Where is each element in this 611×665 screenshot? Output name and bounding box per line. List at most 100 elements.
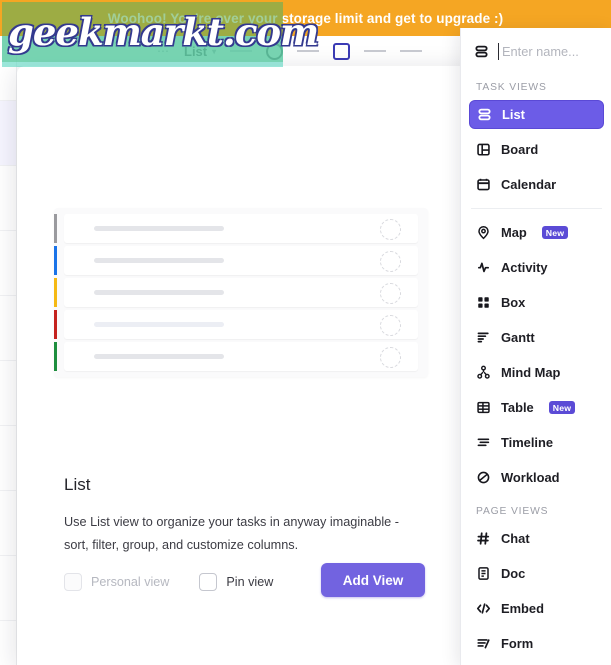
- view-option-list[interactable]: List: [469, 100, 604, 129]
- workload-icon: [476, 470, 491, 485]
- toolbar-circle-icon[interactable]: [266, 42, 284, 60]
- view-option-label: Activity: [501, 260, 548, 275]
- view-option-label: Map: [501, 225, 527, 240]
- view-option-label: Board: [501, 142, 539, 157]
- sidebar-strip-row[interactable]: [0, 491, 16, 556]
- sidebar-strip-row[interactable]: [0, 426, 16, 491]
- view-option-chat[interactable]: Chat: [469, 524, 604, 553]
- view-name-input[interactable]: [498, 42, 604, 60]
- view-option-label: Calendar: [501, 177, 557, 192]
- list-icon: [474, 44, 489, 59]
- preview-row-accent: [54, 310, 57, 339]
- app-sidebar-strip[interactable]: [0, 36, 17, 665]
- board-icon: [476, 142, 491, 157]
- view-option-label: Chat: [501, 531, 530, 546]
- chevron-down-icon[interactable]: ▾: [212, 47, 216, 56]
- view-option-form[interactable]: Form: [469, 629, 604, 658]
- view-type-panel: TASK VIEWS List Board: [460, 28, 611, 665]
- table-icon: [476, 400, 491, 415]
- preview-row-accent: [54, 342, 57, 371]
- view-option-table[interactable]: Table New: [469, 393, 604, 422]
- storage-limit-banner-text: Woohoo! You're over your storage limit a…: [107, 10, 504, 26]
- page-views-header: PAGE VIEWS: [476, 506, 549, 517]
- view-option-label: List: [502, 107, 525, 122]
- preview-row-avatar-placeholder: [380, 219, 401, 240]
- sidebar-strip-row[interactable]: [0, 166, 16, 231]
- preview-row-avatar-placeholder: [380, 347, 401, 368]
- map-pin-icon: [476, 225, 491, 240]
- mind-map-icon: [476, 365, 491, 380]
- hash-icon: [476, 531, 491, 546]
- toolbar-divider: [364, 50, 387, 52]
- preview-row-placeholder: [94, 290, 224, 295]
- timeline-icon: [476, 435, 491, 450]
- preview-row-placeholder: [94, 226, 224, 231]
- new-badge: New: [548, 401, 576, 414]
- preview-row: [54, 310, 418, 339]
- preview-row-placeholder: [94, 258, 224, 263]
- toolbar-divider: [230, 50, 253, 52]
- toolbar-divider: [400, 50, 423, 52]
- view-option-timeline[interactable]: Timeline: [469, 428, 604, 457]
- view-option-activity[interactable]: Activity: [469, 253, 604, 282]
- form-icon: [476, 636, 491, 651]
- task-views-header: TASK VIEWS: [476, 82, 547, 93]
- view-option-label: Table: [501, 400, 534, 415]
- preview-description: Use List view to organize your tasks in …: [64, 515, 399, 552]
- toolbar-board-icon[interactable]: [333, 42, 351, 60]
- preview-row-accent: [54, 278, 57, 307]
- view-preview-pane: List Use List view to organize your task…: [17, 66, 464, 665]
- view-option-gantt[interactable]: Gantt: [469, 323, 604, 352]
- app-screen: ⋯ List ▾ Woohoo! You're over your storag…: [0, 0, 611, 665]
- preview-row: [54, 342, 418, 371]
- view-option-box[interactable]: Box: [469, 288, 604, 317]
- toolbar-overflow-icon[interactable]: ⋯: [157, 44, 170, 58]
- preview-row-placeholder: [94, 354, 224, 359]
- personal-view-checkbox-group[interactable]: Personal view: [64, 573, 169, 591]
- doc-icon: [476, 566, 491, 581]
- toolbar-view-list[interactable]: List ▾: [184, 44, 216, 59]
- view-option-label: Gantt: [501, 330, 535, 345]
- preview-row: [54, 214, 418, 243]
- activity-icon: [476, 260, 491, 275]
- preview-row-accent: [54, 214, 57, 243]
- toolbar-divider: [297, 50, 320, 52]
- add-view-button[interactable]: Add View: [321, 563, 425, 597]
- view-option-map[interactable]: Map New: [469, 218, 604, 247]
- sidebar-strip-row[interactable]: [0, 36, 16, 101]
- sidebar-strip-row[interactable]: [0, 101, 16, 166]
- view-option-board[interactable]: Board: [469, 135, 604, 164]
- list-preview-illustration: [54, 208, 428, 377]
- sidebar-strip-row[interactable]: [0, 231, 16, 296]
- sidebar-strip-row[interactable]: [0, 296, 16, 361]
- view-name-row[interactable]: [461, 34, 611, 68]
- view-option-label: Doc: [501, 566, 526, 581]
- view-option-label: Form: [501, 636, 534, 651]
- view-option-calendar[interactable]: Calendar: [469, 170, 604, 199]
- view-option-label: Timeline: [501, 435, 554, 450]
- pin-view-checkbox-group[interactable]: Pin view: [199, 573, 273, 591]
- sidebar-strip-row[interactable]: [0, 361, 16, 426]
- list-icon: [477, 107, 492, 122]
- view-option-mind-map[interactable]: Mind Map: [469, 358, 604, 387]
- view-option-label: Mind Map: [501, 365, 561, 380]
- pin-view-checkbox[interactable]: [199, 573, 218, 591]
- new-badge: New: [541, 226, 569, 239]
- gantt-icon: [476, 330, 491, 345]
- view-option-label: Embed: [501, 601, 544, 616]
- modal-controls: Personal view Pin view Add View: [64, 563, 428, 601]
- box-grid-icon: [476, 295, 491, 310]
- view-option-embed[interactable]: Embed: [469, 594, 604, 623]
- preview-row: [54, 246, 418, 275]
- calendar-icon: [476, 177, 491, 192]
- view-option-workload[interactable]: Workload: [469, 463, 604, 492]
- sidebar-strip-row[interactable]: [0, 556, 16, 621]
- preview-row-avatar-placeholder: [380, 315, 401, 336]
- panel-divider: [471, 208, 602, 209]
- pin-view-label: Pin view: [226, 575, 274, 589]
- preview-row-accent: [54, 246, 57, 275]
- view-option-label: Box: [501, 295, 526, 310]
- view-option-doc[interactable]: Doc: [469, 559, 604, 588]
- code-icon: [476, 601, 491, 616]
- personal-view-checkbox[interactable]: [64, 573, 82, 591]
